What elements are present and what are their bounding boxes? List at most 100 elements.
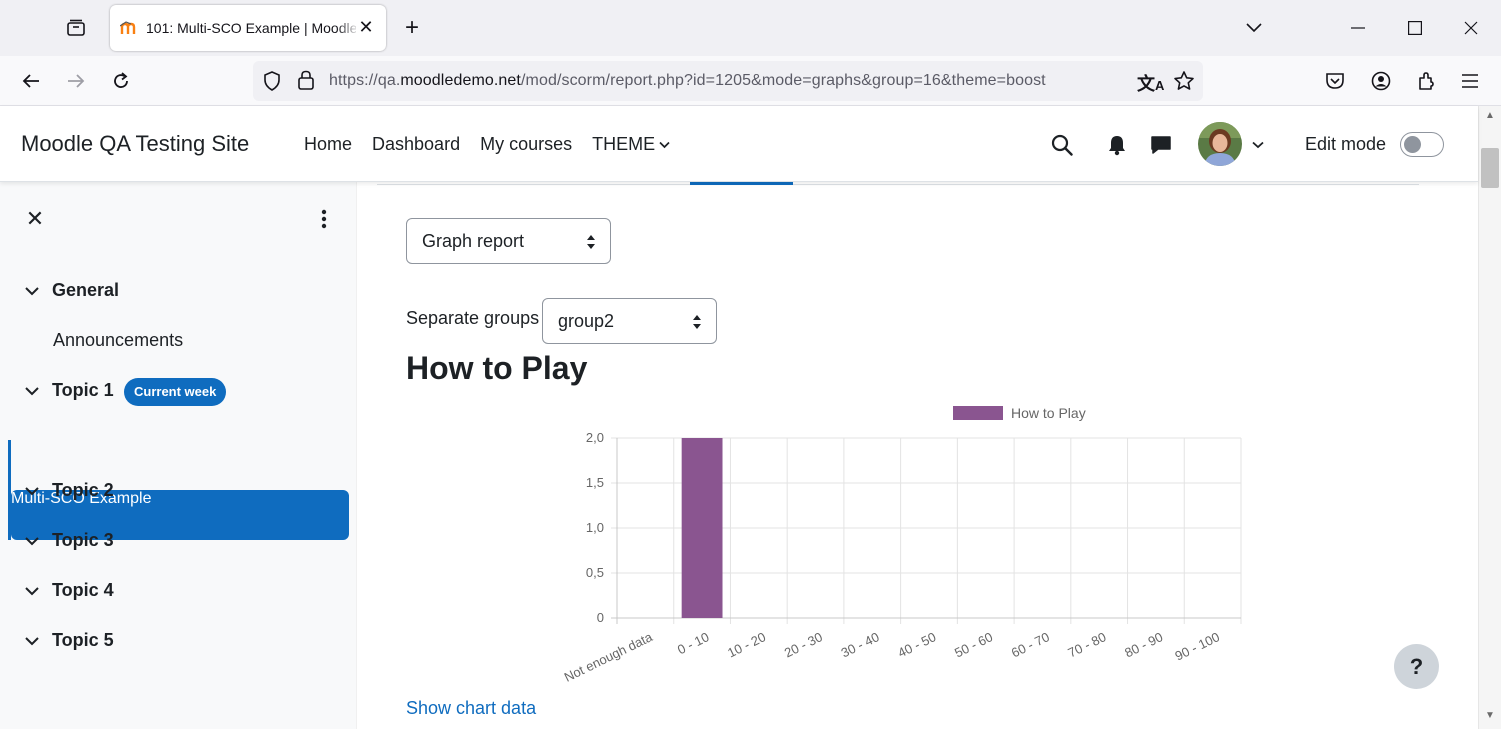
secondary-nav-divider <box>377 184 1419 185</box>
forward-icon[interactable] <box>61 66 91 96</box>
chevron-down-icon[interactable] <box>24 583 40 599</box>
chevron-down-icon[interactable] <box>24 633 40 649</box>
chevron-down-icon[interactable] <box>24 483 40 499</box>
minimize-icon[interactable] <box>1343 14 1373 42</box>
help-button[interactable]: ? <box>1394 644 1439 689</box>
x-tick-label: 40 - 50 <box>895 629 938 660</box>
activity-announcements[interactable]: Announcements <box>0 316 357 366</box>
x-tick-label: 60 - 70 <box>1009 629 1052 660</box>
chevron-down-icon[interactable] <box>1239 14 1269 42</box>
group-select[interactable]: group2 <box>542 298 717 344</box>
close-icon[interactable]: ✕ <box>355 16 377 38</box>
edit-mode-label: Edit mode <box>1305 134 1387 154</box>
group-select-value: group2 <box>558 311 615 331</box>
section-label: Topic 1 <box>52 380 114 400</box>
search-icon[interactable] <box>1049 132 1075 158</box>
nav-dashboard[interactable]: Dashboard <box>372 134 460 155</box>
pocket-icon[interactable] <box>1320 66 1350 96</box>
scroll-up-icon[interactable]: ▲ <box>1483 110 1497 124</box>
url-bar[interactable]: https://qa.moodledemo.net/mod/scorm/repo… <box>253 61 1203 101</box>
report-type-value: Graph report <box>422 231 525 251</box>
y-tick-label: 1,5 <box>586 475 604 490</box>
primary-navigation: Home Dashboard My courses THEME <box>304 134 670 155</box>
page-scrollbar[interactable]: ▲ ▼ <box>1478 106 1501 729</box>
section-topic-4[interactable]: Topic 4 <box>0 566 357 616</box>
chevron-down-icon[interactable] <box>24 533 40 549</box>
section-topic-3[interactable]: Topic 3 <box>0 516 357 566</box>
section-topic-2[interactable]: Topic 2 <box>0 466 357 516</box>
messages-icon[interactable] <box>1148 132 1174 158</box>
select-arrows-icon <box>587 235 595 249</box>
tab-title: 101: Multi-SCO Example | Moodle QA Testi… <box>146 20 356 36</box>
star-icon[interactable] <box>1173 70 1195 97</box>
page-heading: How to Play <box>406 350 588 386</box>
section-general[interactable]: General <box>0 266 357 316</box>
section-topic-5[interactable]: Topic 5 <box>0 616 357 666</box>
kebab-menu-icon[interactable] <box>314 208 334 232</box>
section-label: Topic 2 <box>52 480 114 500</box>
x-tick-label: 50 - 60 <box>952 629 995 660</box>
current-week-badge: Current week <box>124 378 227 406</box>
x-tick-label: 0 - 10 <box>675 629 711 657</box>
secondary-nav-active-indicator <box>690 182 793 185</box>
bell-icon[interactable] <box>1104 132 1130 158</box>
url-prefix: https://qa. <box>329 72 401 89</box>
select-arrows-icon <box>693 315 701 329</box>
url-path: /mod/scorm/report.php?id=1205&mode=graph… <box>520 72 1046 89</box>
back-icon[interactable] <box>16 66 46 96</box>
scroll-down-icon[interactable]: ▼ <box>1483 710 1497 724</box>
x-tick-label: 20 - 30 <box>782 629 825 660</box>
edit-mode-toggle[interactable] <box>1400 132 1444 157</box>
nav-home[interactable]: Home <box>304 134 352 155</box>
url-host: moodledemo.net <box>400 72 521 89</box>
x-tick-label: 90 - 100 <box>1173 629 1222 663</box>
legend-label: How to Play <box>1011 405 1086 421</box>
y-tick-label: 1,0 <box>586 520 604 535</box>
group-select-label: Separate groups <box>406 308 540 328</box>
tab-list-icon[interactable] <box>60 14 92 42</box>
section-topic-1[interactable]: Topic 1 Current week <box>0 366 357 416</box>
browser-tab-bar: 101: Multi-SCO Example | Moodle QA Testi… <box>0 0 1501 56</box>
toggle-knob <box>1404 136 1421 153</box>
x-tick-label: 70 - 80 <box>1066 629 1109 660</box>
section-label: Topic 5 <box>52 630 114 650</box>
browser-tab[interactable]: 101: Multi-SCO Example | Moodle QA Testi… <box>110 5 386 51</box>
section-label: Topic 4 <box>52 580 114 600</box>
report-type-select[interactable]: Graph report <box>406 218 611 264</box>
maximize-icon[interactable] <box>1400 14 1430 42</box>
browser-nav-bar: https://qa.moodledemo.net/mod/scorm/repo… <box>0 56 1501 106</box>
site-name[interactable]: Moodle QA Testing Site <box>21 131 249 157</box>
close-window-icon[interactable] <box>1456 14 1486 42</box>
avatar[interactable] <box>1198 122 1242 166</box>
show-chart-data-link[interactable]: Show chart data <box>406 698 536 719</box>
scroll-thumb[interactable] <box>1481 148 1499 188</box>
translate-icon[interactable]: 文A <box>1137 70 1164 96</box>
activity-label: Announcements <box>53 330 184 350</box>
bar <box>681 438 723 618</box>
close-icon[interactable]: ✕ <box>24 208 46 230</box>
plus-icon[interactable]: + <box>398 14 426 42</box>
x-tick-label: 30 - 40 <box>839 629 882 660</box>
chevron-down-icon[interactable] <box>24 383 40 399</box>
graph-report-chart: 0 0,5 1,0 1,5 2,0 Not enough data 0 - 10 10 - 2… <box>562 405 1242 685</box>
nav-theme[interactable]: THEME <box>592 134 670 155</box>
nav-my-courses[interactable]: My courses <box>480 134 572 155</box>
main-content: Graph report Separate groups group2 How … <box>357 182 1478 729</box>
y-tick-label: 0 <box>597 610 604 625</box>
extensions-icon[interactable] <box>1411 66 1441 96</box>
chevron-down-icon[interactable] <box>1245 132 1271 158</box>
chevron-down-icon[interactable] <box>24 283 40 299</box>
moodle-favicon <box>119 20 138 36</box>
lock-icon[interactable] <box>297 70 315 95</box>
legend-swatch <box>953 406 1003 420</box>
account-icon[interactable] <box>1366 66 1396 96</box>
reload-icon[interactable] <box>106 66 136 96</box>
course-index-drawer: ✕ General Announcements Topic 1 Current … <box>0 182 357 729</box>
menu-icon[interactable] <box>1455 66 1485 96</box>
shield-icon[interactable] <box>263 71 281 96</box>
url-text[interactable]: https://qa.moodledemo.net/mod/scorm/repo… <box>329 72 1046 90</box>
x-tick-label: 10 - 20 <box>725 629 768 660</box>
x-tick-label: 80 - 90 <box>1122 629 1165 660</box>
section-label: General <box>52 280 120 300</box>
section-label: Topic 3 <box>52 530 114 550</box>
